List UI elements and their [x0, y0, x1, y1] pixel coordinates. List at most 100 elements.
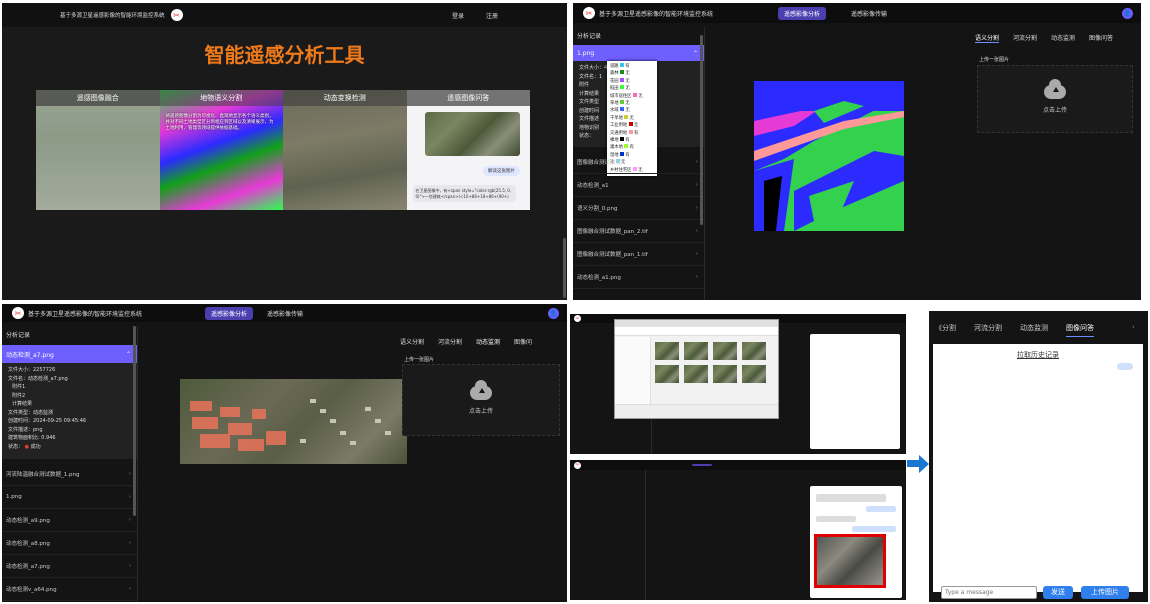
history-link[interactable]: 拉取历史记录 — [933, 350, 1143, 360]
card-title: 遥感图像问答 — [406, 90, 530, 106]
list-item[interactable]: 动态检测_a1 › — [573, 174, 704, 197]
legend-row: 干旱地 无 — [610, 114, 634, 121]
detail-line: 创建时间：2024-09-25 09:45:46 — [8, 418, 87, 424]
sidebar-scrollbar[interactable] — [133, 326, 136, 516]
card-fusion[interactable]: 遥感图像融合 — [36, 90, 160, 210]
list-item[interactable]: 动态检测_a7.png › — [2, 555, 137, 578]
qa-sample-image — [424, 112, 520, 156]
thumb-sidebar — [570, 470, 646, 600]
register-link[interactable]: 注册 — [486, 11, 498, 20]
chat-window: 拉取历史记录 — [933, 344, 1143, 592]
status-row: 状态： ● 成功 — [8, 443, 41, 450]
flow-arrow-head — [919, 455, 929, 473]
upload-dropzone[interactable]: 点击上传 — [977, 65, 1133, 133]
landing-scrollbar[interactable] — [563, 238, 566, 298]
tab-dynamic-monitoring[interactable]: 动态监测 — [1020, 323, 1048, 337]
file-thumb[interactable] — [655, 365, 679, 383]
sidebar-scrollbar[interactable] — [700, 35, 703, 225]
card-segmentation[interactable]: 地物语义分割 将遥感图像分割为可视化、直观地显示各个语义类别，并对不同土地类型区… — [159, 90, 283, 210]
upload-image-button[interactable]: 上传图片 — [1081, 586, 1129, 599]
legend-row: 道路 有 — [610, 63, 630, 69]
file-thumb[interactable] — [742, 365, 766, 383]
upload-dropzone[interactable]: 点击上传 — [402, 364, 560, 436]
tab-semantic-segmentation[interactable]: 语义分割 — [400, 337, 424, 346]
upload-hint: 点击上传 — [1042, 106, 1067, 114]
tab-dynamic-monitoring[interactable]: 动态监测 — [476, 337, 500, 346]
list-item[interactable]: 语义分割_0.png › — [573, 197, 704, 220]
send-button[interactable]: 发送 — [1043, 586, 1073, 599]
chevron-right-icon: › — [128, 586, 131, 592]
app-header: ✂ 基于多源卫星遥感影像的智能环境监控系统 遥感影像分析 遥感影像传输 👤 — [2, 304, 567, 322]
card-title: 地物语义分割 — [159, 90, 283, 106]
file-thumb[interactable] — [684, 365, 708, 383]
chevron-up-icon: ⌃ — [125, 350, 131, 358]
file-thumb[interactable] — [742, 342, 766, 360]
tab-image-qa[interactable]: 图像问 — [514, 337, 532, 346]
legend-row: 森林 无 — [610, 70, 630, 77]
tabs-next-icon[interactable]: › — [1132, 323, 1135, 331]
message-input[interactable] — [941, 586, 1037, 599]
legend-row: 交通用地 有 — [610, 129, 639, 136]
detail-line: 建筑物面积比: 0.946 — [8, 435, 56, 441]
tab-image-qa[interactable]: 图像问答 — [1089, 33, 1113, 43]
cloud-upload-icon — [1044, 78, 1066, 99]
legend-row: 草地 无 — [610, 100, 630, 107]
file-thumb[interactable] — [684, 342, 708, 360]
card-desc: 将遥感图像分割为可视化、直观地显示各个语义类别，并对不同土地类型区分到相应到区域… — [165, 114, 274, 131]
chevron-right-icon: › — [128, 563, 131, 569]
nav-transfer-tab[interactable]: 遥感影像传输 — [851, 9, 887, 18]
chat-bubble — [1117, 363, 1133, 370]
selected-record[interactable]: 动态检测_a7.png ⌃ — [2, 345, 137, 363]
chat-bubble — [816, 494, 886, 502]
record-details: 文件大小：2257726 文件名：动态检测_a7.png 附件1 附件2 计算结… — [2, 363, 137, 459]
legend-row: 工业用地 无 — [610, 122, 639, 129]
thumb-chat-area — [810, 334, 900, 449]
qa-chat-panel: 《分割 河流分割 动态监测 图像问答 › 拉取历史记录 发送 上传图片 — [929, 311, 1148, 602]
file-thumb[interactable] — [713, 365, 737, 383]
tab-river-segmentation[interactable]: 河流分割 — [1013, 33, 1037, 43]
nav-analysis-tab[interactable] — [692, 464, 712, 466]
qa-result-panel: ✂ — [570, 460, 906, 600]
tab-river-segmentation[interactable]: 河流分割 — [974, 323, 1002, 337]
list-item[interactable]: 图像融合测试数据 › — [573, 151, 704, 174]
list-item[interactable]: 河流陆温融合测试数据_1.png › — [2, 463, 137, 486]
chevron-right-icon: › — [695, 159, 698, 165]
file-thumbnails — [655, 342, 775, 383]
tab-semantic-segmentation[interactable]: 《分割 — [935, 323, 956, 337]
list-item[interactable]: 图像融合测试数据_pan_1.tif › — [573, 243, 704, 266]
chevron-right-icon: › — [128, 471, 131, 477]
nav-transfer-tab[interactable]: 遥感影像传输 — [267, 309, 303, 318]
tab-river-segmentation[interactable]: 河流分割 — [438, 337, 462, 346]
card-change-detection[interactable]: 动态变换检测 — [283, 90, 407, 210]
file-dialog-navbar — [615, 327, 778, 336]
app-logo-icon: ✂ — [170, 9, 183, 21]
chevron-right-icon: › — [695, 228, 698, 234]
tab-semantic-segmentation[interactable]: 语义分割 — [975, 33, 1000, 43]
landing-header: 基于多源卫星遥感影像的智能环境监控系统 ✂ 登录 注册 — [2, 3, 567, 27]
app-logo-icon: ✂ — [12, 307, 24, 319]
nav-analysis-tab[interactable]: 遥感影像分析 — [205, 306, 254, 320]
list-item[interactable]: 动态检测_a1.png › — [573, 266, 704, 289]
file-dialog — [614, 319, 779, 419]
file-thumb[interactable] — [713, 342, 737, 360]
detail-line: 文件名：动态检测_a7.png — [8, 375, 68, 382]
list-item[interactable]: 1.png › — [2, 486, 137, 509]
user-avatar[interactable]: 👤 — [548, 307, 559, 319]
list-item[interactable]: 图像融合测试数据_pan_2.tif › — [573, 220, 704, 243]
login-link[interactable]: 登录 — [452, 11, 464, 20]
tab-image-qa[interactable]: 图像问答 — [1066, 323, 1094, 337]
chevron-right-icon: › — [128, 540, 131, 546]
file-thumb[interactable] — [655, 342, 679, 360]
selected-record[interactable]: 1.png ⌃ — [573, 45, 704, 61]
tab-dynamic-monitoring[interactable]: 动态监测 — [1051, 33, 1075, 43]
sidebar-title: 分析记录 — [6, 332, 31, 339]
nav-analysis-tab[interactable]: 遥感影像分析 — [778, 6, 827, 20]
card-qa[interactable]: 遥感图像问答 解读这张图片 在卫星图像中，有<span style="color… — [406, 90, 530, 210]
list-item[interactable]: 动态检测_a9.png › — [2, 509, 137, 532]
list-item[interactable]: 动态检测_a8.png › — [2, 532, 137, 555]
qa-answer: 在卫星图像中，有<span style="color:rgb(25.5, 0, … — [412, 185, 516, 202]
file-dialog-titlebar — [615, 320, 778, 327]
list-item[interactable]: 动态检测v_a64.png › — [2, 578, 137, 601]
user-avatar[interactable]: 👤 — [1122, 7, 1133, 19]
legend-row: 裸地 有 — [610, 137, 630, 144]
